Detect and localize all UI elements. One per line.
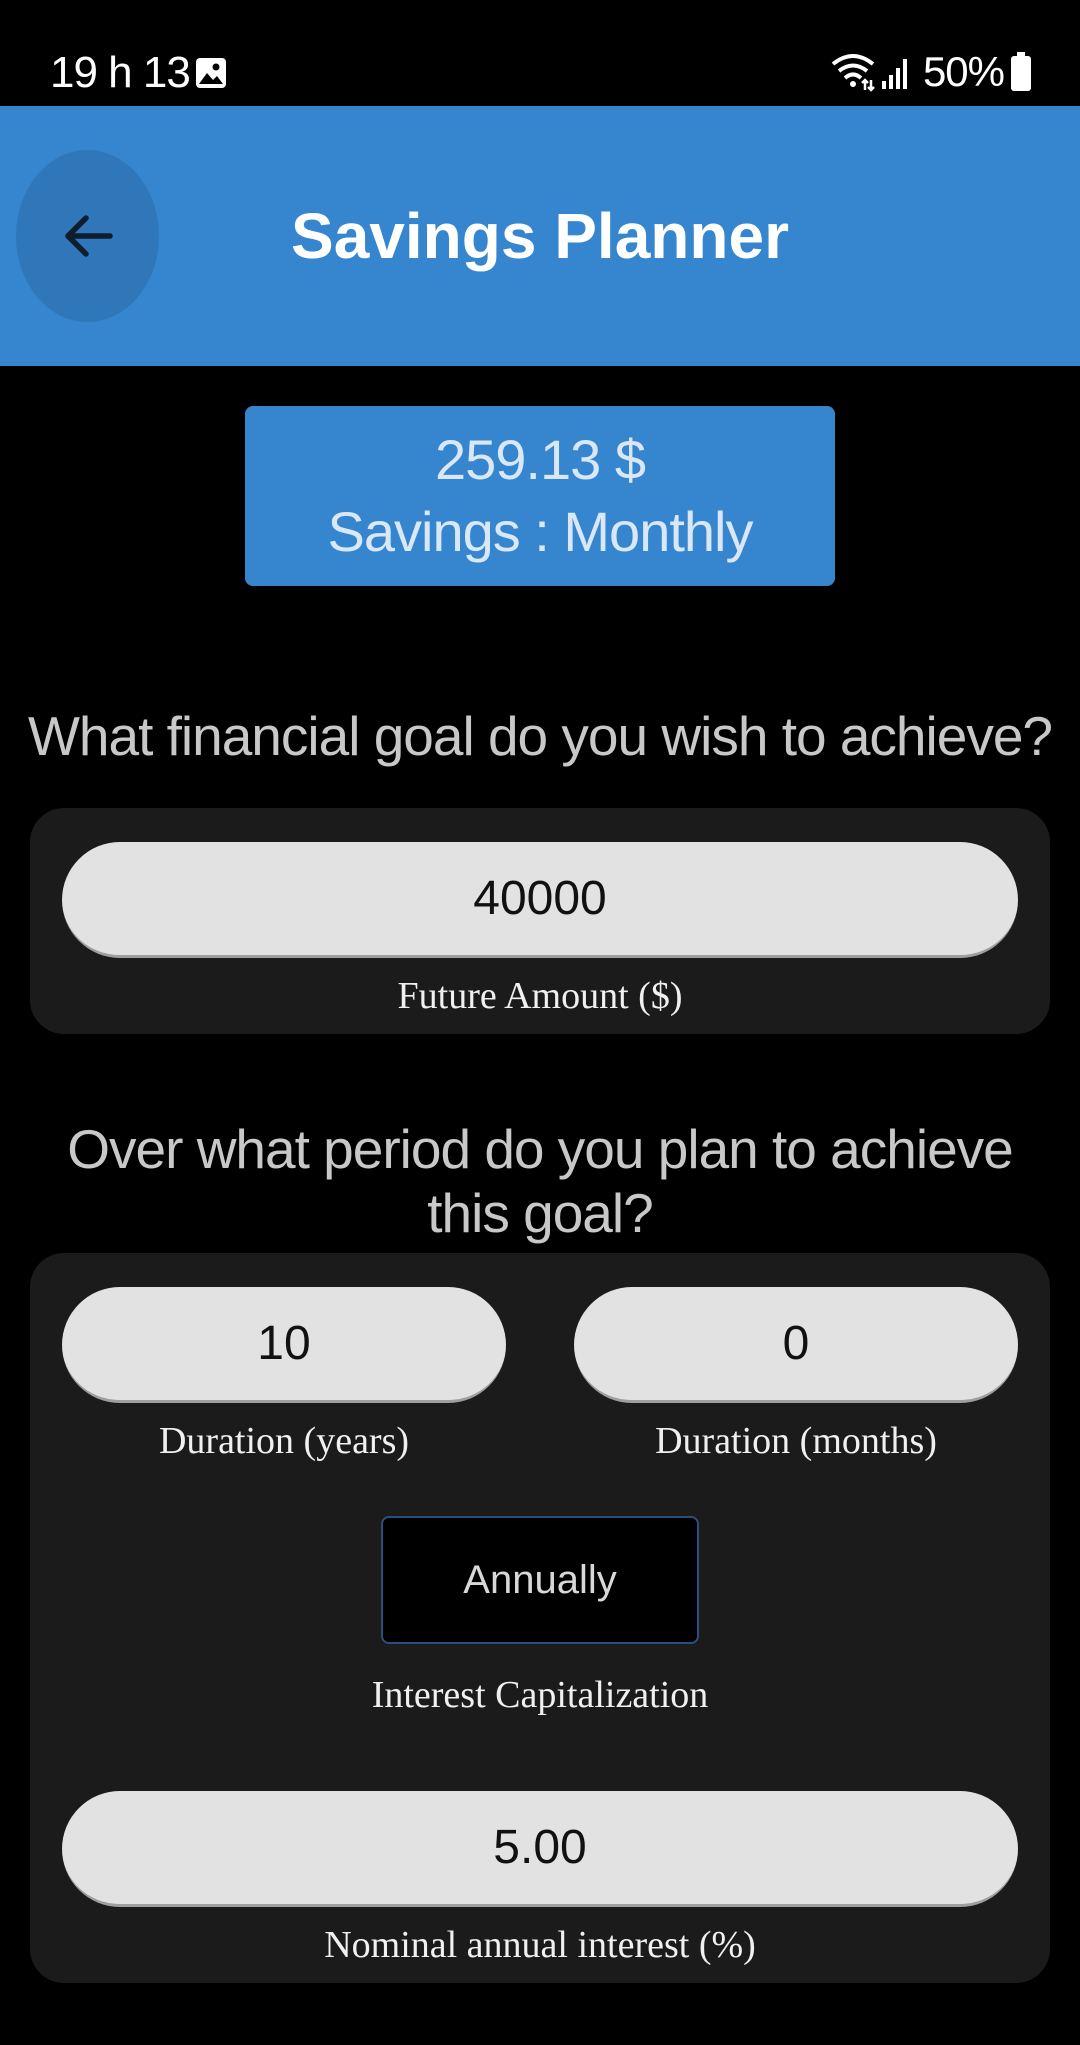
duration-years-input[interactable]: 10 (62, 1287, 506, 1403)
result-frequency: Savings : Monthly (327, 500, 754, 563)
result-amount: 259.13 $ (435, 428, 646, 491)
duration-months-input[interactable]: 0 (574, 1287, 1018, 1403)
nominal-interest-label: Nominal annual interest (%) (324, 1924, 756, 1966)
nominal-interest-input[interactable]: 5.00 (62, 1791, 1018, 1907)
result-summary: 259.13 $ Savings : Monthly (245, 406, 835, 586)
interest-capitalization-label: Interest Capitalization (371, 1674, 709, 1716)
arrow-left-icon (64, 215, 113, 257)
duration-years-label: Duration (years) (158, 1420, 410, 1462)
goal-question: What financial goal do you wish to achie… (27, 705, 1053, 767)
interest-capitalization-select[interactable]: Annually (381, 1516, 699, 1644)
signal-icon (881, 59, 907, 89)
status-icons: 50% (831, 48, 1032, 95)
period-question: Over what period do you plan to achieve … (67, 1118, 1014, 1244)
app-bar: Savings Planner (0, 106, 1080, 366)
page-title: Savings Planner (291, 200, 789, 272)
wifi-icon (831, 54, 875, 92)
duration-months-label: Duration (months) (655, 1420, 937, 1462)
future-amount-input[interactable]: 40000 (62, 842, 1018, 958)
battery-icon (1011, 52, 1031, 91)
status-time: 19 h 13 (50, 48, 191, 97)
status-bar: 19 h 13 50% (0, 0, 1080, 106)
gallery-icon (196, 58, 226, 88)
back-button[interactable] (16, 150, 159, 322)
battery-percentage: 50% (922, 48, 1005, 95)
period-card: 10 Duration (years) 0 Duration (months) … (30, 1253, 1050, 1983)
future-amount-label: Future Amount ($) (397, 975, 683, 1017)
goal-card: 40000 Future Amount ($) (30, 808, 1050, 1034)
